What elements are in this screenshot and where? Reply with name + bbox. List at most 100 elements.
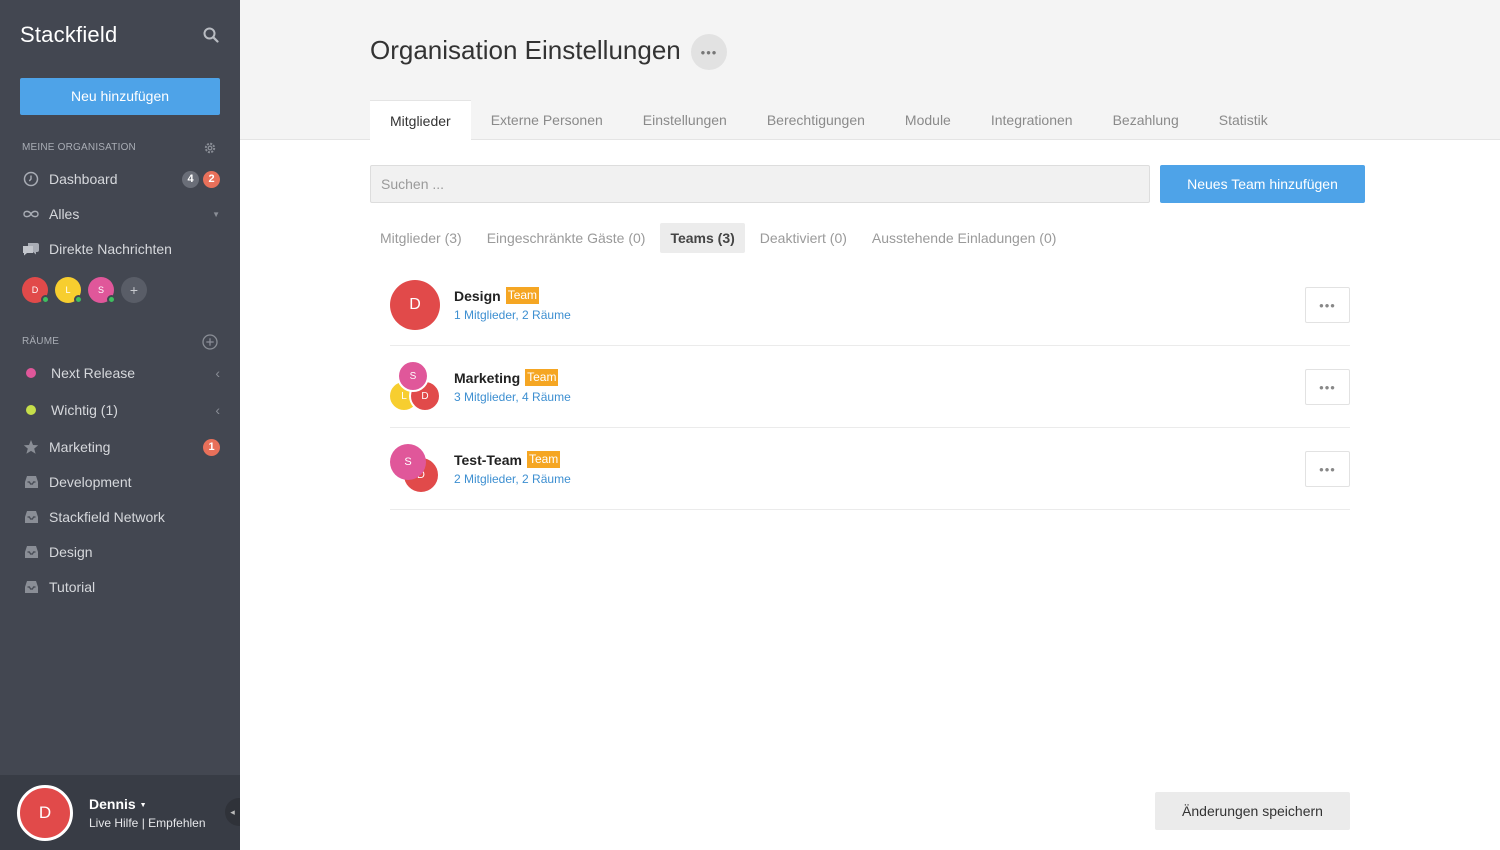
chat-bubbles-icon: [22, 240, 40, 258]
search-input[interactable]: [370, 165, 1150, 203]
team-name-text: Test-Team: [454, 451, 522, 468]
tab-externe-personen[interactable]: Externe Personen: [471, 100, 623, 140]
team-tag-badge: Team: [526, 451, 561, 468]
online-indicator: [41, 295, 50, 304]
sidebar-item-stackfield-network[interactable]: Stackfield Network: [22, 505, 220, 529]
sidebar-item-label: Next Release: [51, 365, 136, 381]
team-name[interactable]: Design Team: [454, 287, 540, 304]
sidebar-item-next-release[interactable]: Next Release ‹: [24, 361, 220, 385]
list-item[interactable]: L D S Marketing Team 3 Mitglieder, 4 Räu…: [388, 346, 1350, 428]
sidebar-item-dashboard[interactable]: Dashboard 4 2: [22, 167, 220, 191]
user-avatar[interactable]: D: [17, 785, 73, 841]
sidebar-item-direct-messages[interactable]: Direkte Nachrichten: [22, 237, 220, 261]
team-tag-badge: Team: [505, 287, 540, 304]
room-color-dot: [24, 401, 38, 419]
team-rooms-link[interactable]: 4 Räume: [522, 390, 571, 404]
team-name[interactable]: Test-Team Team: [454, 451, 561, 468]
chevron-left-icon[interactable]: ‹: [215, 365, 220, 381]
team-members-link[interactable]: 2 Mitglieder: [454, 472, 515, 486]
sidebar-item-alles[interactable]: Alles ▼: [22, 202, 220, 226]
avatar[interactable]: S: [88, 277, 116, 304]
help-links[interactable]: Live Hilfe | Empfehlen: [89, 816, 206, 830]
tab-berechtigungen[interactable]: Berechtigungen: [747, 100, 885, 140]
tab-module[interactable]: Module: [885, 100, 971, 140]
team-avatar-group: L D S: [388, 360, 442, 414]
more-icon: •••: [1319, 461, 1336, 477]
avatar[interactable]: L: [55, 277, 83, 304]
online-indicator: [107, 295, 116, 304]
sidebar-item-development[interactable]: Development: [22, 470, 220, 494]
user-menu[interactable]: Dennis ▼: [89, 796, 147, 812]
sidebar-item-wichtig[interactable]: Wichtig (1) ‹: [24, 398, 220, 422]
more-icon: •••: [700, 44, 718, 60]
sidebar-item-label: Development: [49, 474, 132, 490]
team-meta: 3 Mitglieder, 4 Räume: [454, 390, 571, 404]
subtab-teams[interactable]: Teams (3): [660, 223, 745, 253]
team-rooms-link[interactable]: 2 Räume: [522, 472, 571, 486]
team-rooms-link[interactable]: 2 Räume: [522, 308, 571, 322]
team-name-text: Marketing: [454, 369, 521, 386]
team-meta: 2 Mitglieder, 2 Räume: [454, 472, 571, 486]
sidebar-item-label: Stackfield Network: [49, 509, 165, 525]
sidebar-item-tutorial[interactable]: Tutorial: [22, 575, 220, 599]
subtab-deaktiviert[interactable]: Deaktiviert (0): [750, 223, 857, 253]
avatar-initial: S: [97, 285, 104, 295]
sidebar-item-design[interactable]: Design: [22, 540, 220, 564]
list-item[interactable]: D S Test-Team Team 2 Mitglieder, 2 Räume…: [390, 428, 1350, 510]
inbox-icon: [22, 508, 40, 526]
page-title: Organisation Einstellungen: [370, 35, 681, 65]
gear-icon[interactable]: [203, 141, 217, 155]
avatar[interactable]: D: [22, 277, 50, 304]
subtab-mitglieder[interactable]: Mitglieder (3): [370, 223, 472, 253]
add-conversation-button[interactable]: +: [121, 277, 147, 303]
inbox-icon: [22, 578, 40, 596]
tab-einstellungen[interactable]: Einstellungen: [623, 100, 747, 140]
inbox-icon: [22, 543, 40, 561]
sidebar-item-label: Design: [49, 544, 93, 560]
subtab-ausstehende-einladungen[interactable]: Ausstehende Einladungen (0): [862, 223, 1066, 253]
caret-down-icon[interactable]: ▼: [212, 210, 220, 219]
settings-header: Organisation Einstellungen ••• Mitgliede…: [240, 0, 1500, 140]
more-icon: •••: [1319, 379, 1336, 395]
avatar: S: [397, 360, 429, 392]
team-name[interactable]: Marketing Team: [454, 369, 559, 386]
user-panel: D Dennis ▼ Live Hilfe | Empfehlen: [0, 775, 240, 850]
row-more-button[interactable]: •••: [1305, 451, 1350, 487]
sidebar-item-label: Marketing: [49, 439, 111, 455]
tab-bezahlung[interactable]: Bezahlung: [1093, 100, 1199, 140]
sidebar-item-label: Dashboard: [49, 171, 118, 187]
tab-integrationen[interactable]: Integrationen: [971, 100, 1093, 140]
caret-down-icon: ▼: [139, 801, 147, 809]
tab-statistik[interactable]: Statistik: [1199, 100, 1288, 140]
team-tag-badge: Team: [525, 369, 559, 386]
dashboard-count-badge: 4: [182, 170, 199, 188]
sidebar: Stackfield Neu hinzufügen MEINE ORGANISA…: [0, 0, 240, 850]
team-members-link[interactable]: 3 Mitglieder: [454, 390, 515, 404]
team-name-text: Design: [454, 287, 501, 304]
sidebar-item-marketing[interactable]: Marketing 1: [22, 435, 220, 459]
add-circle-icon[interactable]: [202, 334, 218, 350]
add-new-button[interactable]: Neu hinzufügen: [20, 78, 220, 115]
team-members-link[interactable]: 1 Mitglieder: [454, 308, 515, 322]
more-options-button[interactable]: •••: [691, 34, 727, 70]
inbox-icon: [22, 473, 40, 491]
chevron-left-icon[interactable]: ‹: [215, 402, 220, 418]
brand-logo[interactable]: Stackfield: [20, 22, 117, 48]
infinity-icon: [22, 205, 40, 223]
avatar: D: [390, 280, 440, 330]
row-more-button[interactable]: •••: [1305, 369, 1350, 405]
user-name: Dennis: [89, 796, 136, 812]
row-more-button[interactable]: •••: [1305, 287, 1350, 323]
add-team-button[interactable]: Neues Team hinzufügen: [1160, 165, 1365, 203]
team-avatar-group: D S: [390, 444, 442, 496]
online-indicator: [74, 295, 83, 304]
save-changes-button[interactable]: Änderungen speichern: [1155, 792, 1350, 830]
subtab-eingeschraenkte-gaeste[interactable]: Eingeschränkte Gäste (0): [477, 223, 656, 253]
list-item[interactable]: D Design Team 1 Mitglieder, 2 Räume •••: [390, 264, 1350, 346]
avatar-initial: L: [65, 285, 71, 295]
avatar-initial: D: [31, 285, 39, 295]
direct-message-avatars: D L S +: [22, 277, 147, 304]
org-section-label: MEINE ORGANISATION: [22, 142, 136, 153]
search-icon[interactable]: [203, 27, 219, 43]
tab-mitglieder[interactable]: Mitglieder: [370, 100, 471, 140]
